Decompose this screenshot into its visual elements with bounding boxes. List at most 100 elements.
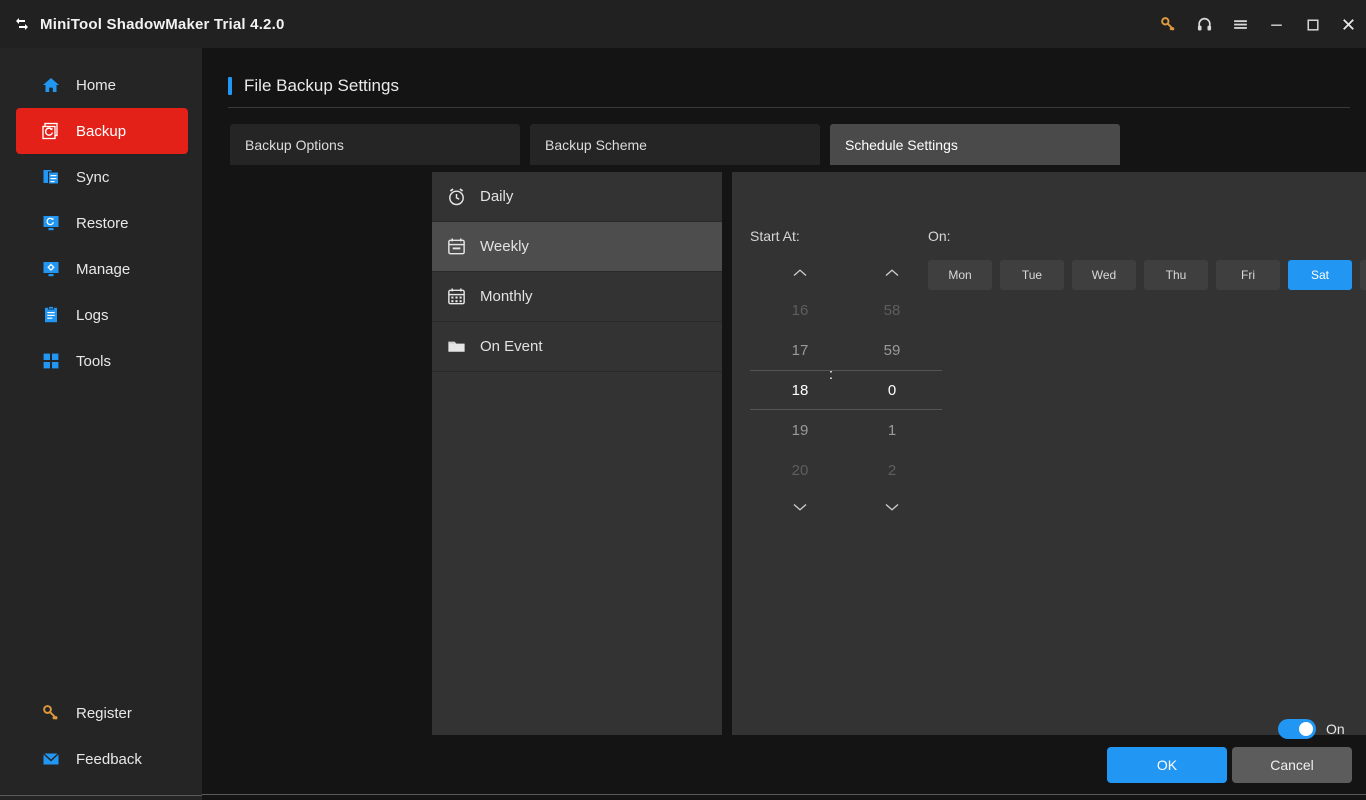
schedule-item-monthly[interactable]: Monthly [432,272,722,322]
schedule-item-on-event[interactable]: On Event [432,322,722,372]
weekday-button-tue[interactable]: Tue [1000,260,1064,290]
sidebar-bottom-nav: Register Feedback [0,690,202,782]
schedule-item-daily[interactable]: Daily [432,172,722,222]
weekday-button-thu[interactable]: Thu [1144,260,1208,290]
hour-option[interactable]: 19 [750,410,850,450]
footer-divider [202,794,1366,795]
sync-icon [40,166,62,188]
sidebar-item-label: Tools [76,352,112,370]
schedule-item-label: Weekly [480,238,529,255]
dialog-buttons: OK Cancel [1107,747,1352,783]
sidebar-item-label: Sync [76,168,110,186]
sidebar-item-sync[interactable]: Sync [16,154,188,200]
calendar-icon [444,235,468,259]
sidebar-item-label: Feedback [76,750,142,768]
weekday-button-wed[interactable]: Wed [1072,260,1136,290]
on-label: On: [928,228,951,244]
ok-button[interactable]: OK [1107,747,1227,783]
restore-icon [40,212,62,234]
weekday-label: Mon [948,268,972,282]
weekday-label: Wed [1091,268,1117,282]
maximize-icon[interactable] [1294,0,1330,48]
backup-icon [40,120,62,142]
calendar-grid-icon [444,285,468,309]
schedule-enable-toggle[interactable] [1278,719,1316,739]
schedule-type-list: Daily Weekly Monthly On Event [432,172,722,735]
weekday-button-sun[interactable]: Sun [1360,260,1366,290]
manage-icon [40,258,62,280]
sidebar-item-label: Restore [76,214,129,232]
headset-icon[interactable] [1186,0,1222,48]
hour-option[interactable]: 20 [750,450,850,490]
schedule-detail-panel: Start At: On: 16 17 18 19 20 58 59 0 1 2 [732,172,1366,735]
sidebar-item-label: Manage [76,260,131,278]
schedule-enable-toggle-row: On [1278,719,1345,739]
minute-option[interactable]: 59 [842,330,942,370]
page-divider [228,107,1350,108]
hour-option[interactable]: 16 [750,290,850,330]
schedule-item-weekly[interactable]: Weekly [432,222,722,272]
folder-icon [444,335,468,359]
weekday-button-sat[interactable]: Sat [1288,260,1352,290]
sidebar-nav: Home Backup Sync Restore Manage Logs Too… [0,48,202,384]
weekday-selector: Mon Tue Wed Thu Fri Sat Sun [928,260,1366,290]
toggle-label: On [1326,721,1345,737]
minute-option-selected[interactable]: 0 [842,370,942,410]
weekday-label: Fri [1241,268,1255,282]
chevron-up-icon[interactable] [842,256,942,290]
minimize-icon[interactable] [1258,0,1294,48]
minute-option[interactable]: 58 [842,290,942,330]
tab-backup-options[interactable]: Backup Options [230,124,520,165]
sidebar-item-label: Backup [76,122,127,140]
minute-spinner: 58 59 0 1 2 [842,256,942,524]
sidebar-item-logs[interactable]: Logs [16,292,188,338]
start-at-label: Start At: [750,228,800,244]
time-separator: : [828,365,834,383]
key-icon [40,702,62,724]
chevron-down-icon[interactable] [842,490,942,524]
tools-icon [40,350,62,372]
sidebar-item-restore[interactable]: Restore [16,200,188,246]
window-title: MiniTool ShadowMaker Trial 4.2.0 [40,15,285,33]
sidebar-item-feedback[interactable]: Feedback [16,736,188,782]
minute-option[interactable]: 1 [842,410,942,450]
weekday-button-mon[interactable]: Mon [928,260,992,290]
tab-label: Backup Options [245,136,344,153]
sidebar: Home Backup Sync Restore Manage Logs Too… [0,48,202,800]
alarm-clock-icon [444,185,468,209]
sidebar-item-label: Register [76,704,132,722]
sidebar-item-label: Logs [76,306,109,324]
window-controls [1150,0,1366,48]
envelope-icon [40,748,62,770]
page-title: File Backup Settings [244,76,399,95]
weekday-label: Tue [1021,268,1043,282]
settings-tabs: Backup Options Backup Scheme Schedule Se… [230,124,1120,165]
sidebar-item-manage[interactable]: Manage [16,246,188,292]
weekday-label: Sat [1310,268,1329,282]
tab-backup-scheme[interactable]: Backup Scheme [530,124,820,165]
sidebar-item-tools[interactable]: Tools [16,338,188,384]
weekday-label: Thu [1165,268,1187,282]
minute-option[interactable]: 2 [842,450,942,490]
schedule-item-label: Daily [480,188,514,205]
key-icon[interactable] [1150,0,1186,48]
schedule-item-label: On Event [480,338,543,355]
cancel-button[interactable]: Cancel [1232,747,1352,783]
menu-icon[interactable] [1222,0,1258,48]
title-bar: MiniTool ShadowMaker Trial 4.2.0 [0,0,1366,48]
close-icon[interactable] [1330,0,1366,48]
main-content: File Backup Settings Backup Options Back… [202,48,1366,800]
sidebar-item-backup[interactable]: Backup [16,108,188,154]
sidebar-item-register[interactable]: Register [16,690,188,736]
toggle-knob [1299,722,1313,736]
home-icon [40,74,62,96]
weekday-button-fri[interactable]: Fri [1216,260,1280,290]
tab-label: Schedule Settings [845,136,958,153]
shadowmaker-logo-icon [10,12,34,36]
chevron-up-icon[interactable] [750,256,850,290]
sidebar-divider [0,795,202,796]
chevron-down-icon[interactable] [750,490,850,524]
tab-schedule-settings[interactable]: Schedule Settings [830,124,1120,165]
page-header: File Backup Settings [228,76,1348,96]
sidebar-item-home[interactable]: Home [16,62,188,108]
